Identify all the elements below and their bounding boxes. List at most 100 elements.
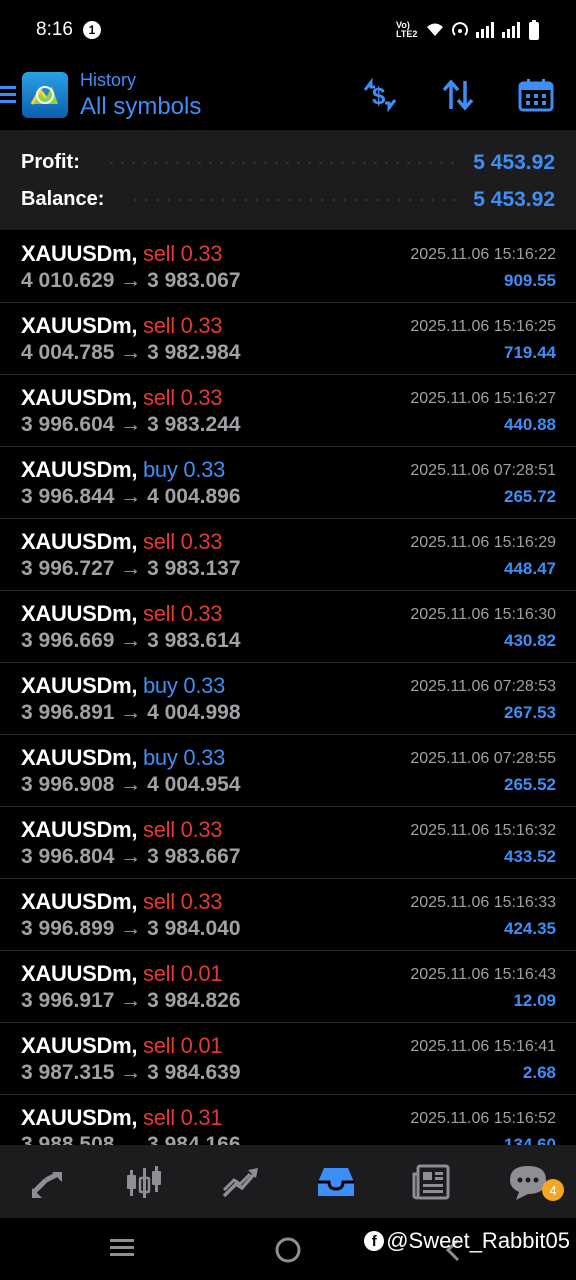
- nav-trade[interactable]: [192, 1145, 288, 1218]
- hotspot-icon: [452, 22, 468, 36]
- trade-profit: 433.52: [504, 847, 556, 866]
- trade-history-list[interactable]: XAUUSDm, sell 0.33 4 010.629 → 3 983.067 2…: [0, 231, 576, 1145]
- profit-row: Profit: 5 453.92: [21, 144, 555, 181]
- dotted-leader: [105, 161, 460, 164]
- recent-apps-button[interactable]: [108, 1236, 136, 1265]
- trade-row[interactable]: XAUUSDm, sell 0.31 3 988.508 → 3 984.166 2…: [0, 1095, 576, 1145]
- symbol-name: XAUUSDm,: [21, 241, 138, 266]
- status-time: 8:16: [36, 19, 73, 40]
- trade-symbol: XAUUSDm, sell 0.33: [21, 385, 223, 411]
- bottom-navigation: 4: [0, 1145, 576, 1218]
- trade-prices: 3 996.844 → 4 004.896: [21, 485, 241, 508]
- trade-type: sell 0.33: [143, 241, 223, 266]
- signal-icon-1: [476, 22, 494, 38]
- status-bar: 8:16 1 Vo) LTE2: [0, 0, 576, 60]
- trade-prices: 3 987.315 → 3 984.639: [21, 1061, 241, 1084]
- watermark: f @Sweet_Rabbit05: [364, 1228, 570, 1254]
- messages-badge: 4: [542, 1179, 564, 1201]
- trade-profit: 440.88: [504, 415, 556, 434]
- trade-profit: 12.09: [513, 991, 556, 1010]
- trade-prices: 3 996.727 → 3 983.137: [21, 557, 241, 580]
- trade-prices: 3 996.669 → 3 983.614: [21, 629, 241, 652]
- sort-icon[interactable]: [438, 75, 478, 115]
- trade-row[interactable]: XAUUSDm, sell 0.33 3 996.804 → 3 983.667 2…: [0, 807, 576, 879]
- trade-row[interactable]: XAUUSDm, buy 0.33 3 996.891 → 4 004.998 20…: [0, 663, 576, 735]
- page-title[interactable]: All symbols: [80, 94, 201, 119]
- nav-history[interactable]: [288, 1145, 384, 1218]
- calendar-icon[interactable]: [516, 75, 556, 115]
- chart-icon: [127, 1165, 161, 1198]
- symbol-name: XAUUSDm,: [21, 745, 138, 770]
- trade-time: 2025.11.06 15:16:22: [410, 246, 556, 263]
- trade-row[interactable]: XAUUSDm, buy 0.33 3 996.844 → 4 004.896 20…: [0, 447, 576, 519]
- home-button[interactable]: [274, 1236, 302, 1269]
- nav-news[interactable]: [384, 1145, 480, 1218]
- trade-row[interactable]: XAUUSDm, sell 0.33 3 996.899 → 3 984.040 2…: [0, 879, 576, 951]
- title-block: History All symbols: [80, 71, 201, 119]
- trade-symbol: XAUUSDm, sell 0.33: [21, 817, 223, 843]
- trade-type: buy 0.33: [143, 745, 226, 770]
- trade-time: 2025.11.06 15:16:43: [410, 966, 556, 983]
- home-icon: [275, 1237, 301, 1263]
- trade-symbol: XAUUSDm, sell 0.01: [21, 1033, 223, 1059]
- trade-profit: 719.44: [504, 343, 556, 362]
- symbol-name: XAUUSDm,: [21, 673, 138, 698]
- trade-type: sell 0.33: [143, 601, 223, 626]
- symbol-name: XAUUSDm,: [21, 889, 138, 914]
- trade-time: 2025.11.06 15:16:29: [410, 534, 556, 551]
- trade-type: sell 0.31: [143, 1105, 223, 1130]
- trade-row[interactable]: XAUUSDm, sell 0.33 3 996.669 → 3 983.614 2…: [0, 591, 576, 663]
- profit-label: Profit:: [21, 151, 80, 173]
- trade-row[interactable]: XAUUSDm, sell 0.33 4 004.785 → 3 982.984 2…: [0, 303, 576, 375]
- app-bar: History All symbols $: [0, 60, 576, 130]
- trade-row[interactable]: XAUUSDm, sell 0.33 3 996.604 → 3 983.244 2…: [0, 375, 576, 447]
- trade-time: 2025.11.06 15:16:33: [410, 894, 556, 911]
- trade-profit: 2.68: [522, 1063, 556, 1082]
- wifi-icon: [427, 23, 443, 36]
- trade-profit: 448.47: [504, 559, 556, 578]
- toolbar-actions: $: [360, 75, 556, 115]
- trade-prices: 3 988.508 → 3 984.166: [21, 1133, 241, 1145]
- trade-profit: 265.72: [504, 487, 556, 506]
- trade-row[interactable]: XAUUSDm, sell 0.33 4 010.629 → 3 983.067 2…: [0, 231, 576, 303]
- menu-icon[interactable]: [0, 82, 16, 108]
- news-icon: [412, 1164, 450, 1199]
- trade-type: sell 0.01: [143, 1033, 223, 1058]
- trade-row[interactable]: XAUUSDm, sell 0.01 3 987.315 → 3 984.639 2…: [0, 1023, 576, 1095]
- symbol-name: XAUUSDm,: [21, 457, 138, 482]
- symbol-name: XAUUSDm,: [21, 313, 138, 338]
- trade-row[interactable]: XAUUSDm, buy 0.33 3 996.908 → 4 004.954 20…: [0, 735, 576, 807]
- symbol-name: XAUUSDm,: [21, 1105, 138, 1130]
- trade-type: sell 0.33: [143, 385, 223, 410]
- symbol-name: XAUUSDm,: [21, 385, 138, 410]
- notification-count-badge: 1: [82, 21, 101, 39]
- trade-profit: 424.35: [504, 919, 556, 938]
- trade-time: 2025.11.06 07:28:53: [410, 678, 556, 695]
- nav-quotes[interactable]: [0, 1145, 96, 1218]
- battery-icon: [529, 20, 539, 40]
- nav-chart[interactable]: [96, 1145, 192, 1218]
- trade-prices: 3 996.804 → 3 983.667: [21, 845, 241, 868]
- trade-time: 2025.11.06 15:16:41: [410, 1038, 556, 1055]
- trade-prices: 4 004.785 → 3 982.984: [21, 341, 241, 364]
- balance-row: Balance: 5 453.92: [21, 181, 555, 218]
- trade-symbol: XAUUSDm, sell 0.01: [21, 961, 223, 987]
- trade-symbol: XAUUSDm, sell 0.33: [21, 529, 223, 555]
- history-icon: [318, 1167, 354, 1196]
- symbol-name: XAUUSDm,: [21, 817, 138, 842]
- trade-prices: 3 996.604 → 3 983.244: [21, 413, 241, 436]
- trade-type: sell 0.33: [143, 889, 223, 914]
- trade-row[interactable]: XAUUSDm, sell 0.01 3 996.917 → 3 984.826 2…: [0, 951, 576, 1023]
- symbol-name: XAUUSDm,: [21, 961, 138, 986]
- trade-row[interactable]: XAUUSDm, sell 0.33 3 996.727 → 3 983.137 2…: [0, 519, 576, 591]
- trade-prices: 3 996.891 → 4 004.998: [21, 701, 241, 724]
- signal-icon-2: [502, 22, 520, 38]
- trade-time: 2025.11.06 07:28:51: [410, 462, 556, 479]
- trade-symbol: XAUUSDm, sell 0.33: [21, 889, 223, 915]
- trade-symbol: XAUUSDm, sell 0.33: [21, 601, 223, 627]
- profit-value: 5 453.92: [473, 150, 555, 174]
- symbol-name: XAUUSDm,: [21, 1033, 138, 1058]
- currency-exchange-icon[interactable]: $: [360, 75, 400, 115]
- nav-messages[interactable]: 4: [480, 1145, 576, 1218]
- trade-symbol: XAUUSDm, sell 0.33: [21, 241, 223, 267]
